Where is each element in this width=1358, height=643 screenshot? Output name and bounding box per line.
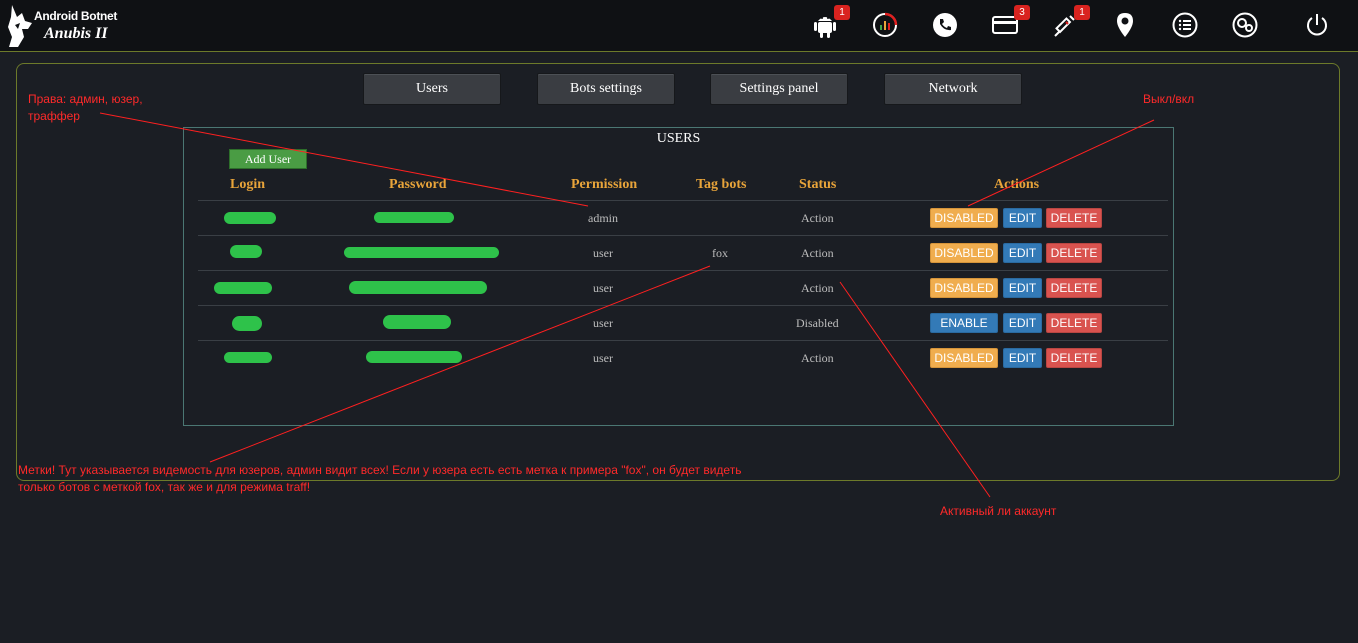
phone-icon: [933, 13, 957, 37]
injections-badge: 1: [1074, 5, 1090, 20]
tab-network[interactable]: Network: [884, 73, 1022, 105]
nav-location[interactable]: [1110, 10, 1140, 40]
redacted-password: [366, 351, 462, 363]
users-table-box: USERS Add User Login Password Permission…: [183, 127, 1174, 426]
status-cell: Action: [801, 351, 834, 365]
annotation-tags: Метки! Тут указывается видемость для юзе…: [18, 463, 742, 494]
delete-button[interactable]: DELETE: [1046, 208, 1102, 228]
power-icon: [1307, 14, 1327, 36]
nav-settings[interactable]: [1230, 10, 1260, 40]
redacted-login: [230, 245, 262, 258]
toggle-button[interactable]: DISABLED: [930, 208, 998, 228]
anubis-logo-icon: [8, 5, 32, 47]
users-title: USERS: [656, 131, 701, 146]
bots-badge: 1: [834, 5, 850, 20]
redacted-login: [224, 212, 276, 224]
status-cell: Disabled: [796, 316, 839, 330]
logo[interactable]: Android Botnet Anubis II: [6, 3, 126, 49]
edit-button[interactable]: EDIT: [1003, 348, 1042, 368]
edit-button[interactable]: EDIT: [1003, 243, 1042, 263]
col-password: Password: [389, 177, 447, 192]
col-permission: Permission: [571, 177, 638, 192]
nav-list[interactable]: [1170, 10, 1200, 40]
nav-calls[interactable]: [930, 10, 960, 40]
cards-badge: 3: [1014, 5, 1030, 20]
annotation-rights: Права: админ, юзер, траффер: [28, 92, 143, 123]
permission-cell: user: [593, 351, 613, 365]
col-login: Login: [230, 177, 266, 192]
delete-button[interactable]: DELETE: [1046, 278, 1102, 298]
nav-bots[interactable]: 1: [810, 5, 850, 40]
delete-button[interactable]: DELETE: [1046, 313, 1102, 333]
row-divider: [198, 305, 1168, 306]
col-tag-bots: Tag bots: [696, 177, 747, 192]
status-cell: Action: [801, 281, 834, 295]
row-divider: [198, 200, 1168, 201]
top-navbar: Android Botnet Anubis II 1 3 1: [0, 0, 1358, 52]
permission-cell: user: [593, 316, 613, 330]
nav-logout[interactable]: [1302, 10, 1332, 40]
edit-button[interactable]: EDIT: [1003, 278, 1042, 298]
tab-bots-settings[interactable]: Bots settings: [537, 73, 675, 105]
toggle-button[interactable]: DISABLED: [930, 348, 998, 368]
row-divider: [198, 235, 1168, 236]
redacted-password: [374, 212, 454, 223]
settings-icon: [1232, 12, 1258, 38]
toggle-button[interactable]: DISABLED: [930, 278, 998, 298]
toggle-button[interactable]: DISABLED: [930, 243, 998, 263]
row-divider: [198, 340, 1168, 341]
permission-cell: user: [593, 246, 613, 260]
redacted-password: [349, 281, 487, 294]
nav-injections[interactable]: 1: [1050, 5, 1090, 40]
add-user-button[interactable]: Add User: [229, 149, 307, 169]
list-icon: [1172, 12, 1198, 38]
annotation-active: Активный ли аккаунт: [940, 504, 1057, 518]
edit-button[interactable]: EDIT: [1003, 313, 1042, 333]
permission-cell: user: [593, 281, 613, 295]
col-actions: Actions: [994, 177, 1040, 192]
redacted-login: [214, 282, 272, 294]
toggle-button[interactable]: ENABLE: [930, 313, 998, 333]
redacted-password: [383, 315, 451, 329]
delete-button[interactable]: DELETE: [1046, 348, 1102, 368]
redacted-login: [224, 352, 272, 363]
redacted-login: [232, 316, 262, 331]
stats-icon: [873, 12, 898, 37]
edit-button[interactable]: EDIT: [1003, 208, 1042, 228]
delete-button[interactable]: DELETE: [1046, 243, 1102, 263]
nav-stats[interactable]: [870, 10, 900, 40]
status-cell: Action: [801, 211, 834, 225]
redacted-password: [344, 247, 499, 258]
annotation-onoff: Выкл/вкл: [1143, 92, 1195, 106]
status-cell: Action: [801, 246, 834, 260]
logo-line-1: Android Botnet: [34, 9, 118, 23]
tag-cell: fox: [712, 246, 728, 260]
tab-users[interactable]: Users: [363, 73, 501, 105]
android-icon: [814, 17, 836, 38]
nav-cards[interactable]: 3: [990, 5, 1030, 40]
row-divider: [198, 270, 1168, 271]
location-icon: [1117, 13, 1133, 37]
permission-cell: admin: [588, 211, 618, 225]
tab-settings-panel[interactable]: Settings panel: [710, 73, 848, 105]
col-status: Status: [799, 177, 837, 192]
logo-line-2: Anubis II: [44, 25, 108, 42]
